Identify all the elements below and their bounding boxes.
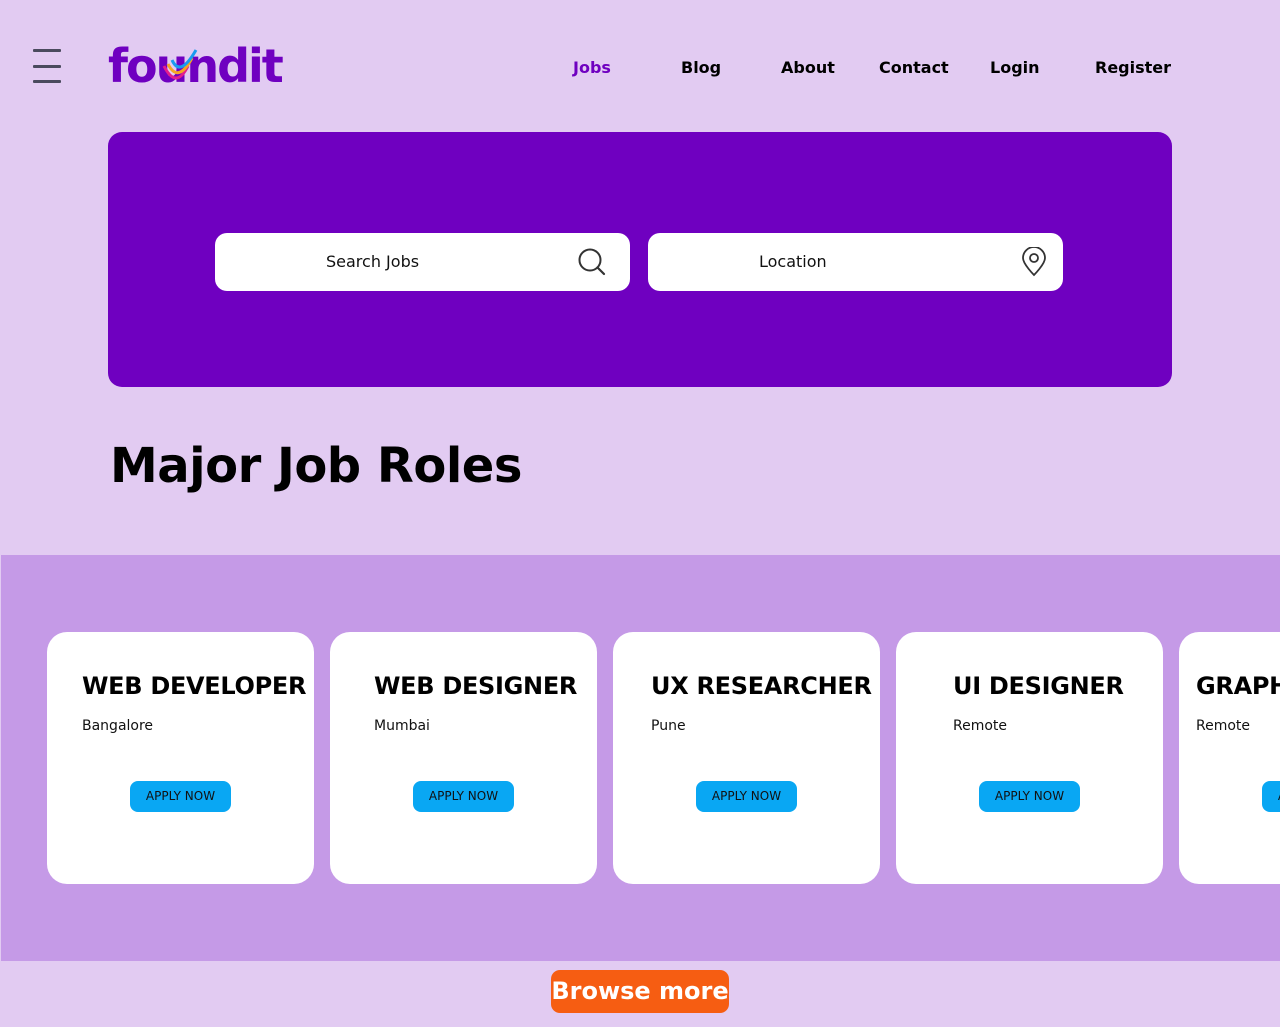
nav-contact[interactable]: Contact: [879, 58, 949, 77]
page: foundit Jobs Blog About Contact Login Re…: [0, 0, 1280, 1027]
job-role-title: WEB DEVELOPER: [82, 672, 307, 700]
nav-jobs[interactable]: Jobs: [573, 58, 611, 77]
job-role-title: GRAPHIC DESIGNER: [1196, 672, 1280, 700]
apply-now-button[interactable]: APPLY NOW: [413, 781, 514, 812]
apply-now-button[interactable]: APPLY NOW: [696, 781, 797, 812]
menu-icon-bar: [33, 80, 61, 83]
nav-login[interactable]: Login: [990, 58, 1040, 77]
job-card[interactable]: UX RESEARCHER Pune APPLY NOW: [613, 632, 880, 884]
search-jobs-placeholder: Search Jobs: [326, 252, 420, 271]
job-location: Remote: [953, 718, 1008, 734]
job-roles-carousel: WEB DEVELOPER Bangalore APPLY NOW WEB DE…: [1, 555, 1280, 961]
job-role-title: UX RESEARCHER: [651, 672, 872, 700]
search-icon[interactable]: [577, 247, 607, 277]
apply-now-button[interactable]: APPLY NOW: [130, 781, 231, 812]
nav-register[interactable]: Register: [1095, 58, 1171, 77]
apply-now-button[interactable]: APPLY NOW: [979, 781, 1080, 812]
job-card[interactable]: UI DESIGNER Remote APPLY NOW: [896, 632, 1163, 884]
location-input[interactable]: Location: [648, 233, 1063, 291]
nav-about[interactable]: About: [781, 58, 835, 77]
map-pin-icon[interactable]: [1019, 247, 1049, 277]
job-card[interactable]: WEB DEVELOPER Bangalore APPLY NOW: [47, 632, 314, 884]
menu-icon-bar: [33, 64, 61, 68]
job-location: Remote: [1196, 718, 1251, 734]
job-location: Mumbai: [374, 718, 430, 734]
nav-blog[interactable]: Blog: [681, 58, 721, 77]
menu-icon-bar: [33, 49, 61, 52]
job-role-title: UI DESIGNER: [953, 672, 1124, 700]
job-card[interactable]: WEB DESIGNER Mumbai APPLY NOW: [330, 632, 597, 884]
svg-text:foundit: foundit: [108, 39, 283, 90]
location-placeholder: Location: [759, 252, 827, 271]
menu-icon[interactable]: [33, 49, 61, 83]
job-role-title: WEB DESIGNER: [374, 672, 578, 700]
job-location: Pune: [651, 718, 686, 734]
hero-search-panel: Search Jobs Location: [108, 132, 1172, 387]
job-card[interactable]: GRAPHIC DESIGNER Remote APPLY NOW: [1179, 632, 1280, 884]
job-location: Bangalore: [82, 718, 154, 734]
apply-now-button[interactable]: APPLY NOW: [1262, 781, 1280, 812]
search-jobs-input[interactable]: Search Jobs: [215, 233, 630, 291]
section-title: Major Job Roles: [110, 438, 522, 494]
browse-more-button[interactable]: Browse more: [551, 970, 729, 1013]
logo[interactable]: foundit: [108, 38, 308, 90]
